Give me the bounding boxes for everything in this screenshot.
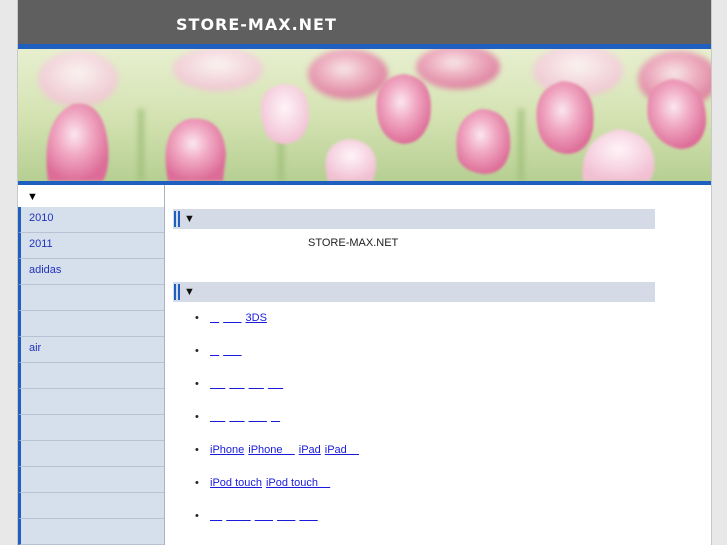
list-link[interactable]: [226, 510, 250, 522]
list-link[interactable]: iPod touch: [210, 477, 262, 489]
link-group: [210, 377, 287, 391]
list-link[interactable]: [223, 345, 241, 357]
heading-triangle: ▼: [184, 213, 195, 225]
sidebar-link[interactable]: 2010: [29, 212, 53, 224]
list-link[interactable]: [249, 378, 264, 390]
list-link[interactable]: iPod touch: [266, 477, 330, 489]
sidebar: ▼ 2010 2011 adidas air: [18, 185, 165, 545]
list-link[interactable]: [210, 378, 225, 390]
list-link[interactable]: [229, 411, 244, 423]
bullet-icon: •: [195, 345, 199, 357]
sidebar-item[interactable]: [18, 519, 164, 545]
sidebar-item[interactable]: [18, 493, 164, 519]
link-group: [210, 509, 322, 523]
sidebar-item[interactable]: [18, 389, 164, 415]
list-link[interactable]: iPad: [325, 444, 359, 456]
main-content: ▼ STORE-MAX.NET ▼ • 3DS • • • • iPhone iPho…: [173, 185, 655, 545]
sidebar-item[interactable]: [18, 441, 164, 467]
link-group: iPod touch iPod touch: [210, 476, 334, 490]
list-link[interactable]: [229, 378, 244, 390]
heading-marker: [174, 284, 176, 300]
list-link[interactable]: [299, 510, 317, 522]
bullet-icon: •: [195, 444, 199, 456]
link-group: 3DS: [210, 311, 271, 325]
heading-marker: [174, 211, 176, 227]
sidebar-item[interactable]: [18, 467, 164, 493]
heading-marker: [178, 211, 180, 227]
intro-text: STORE-MAX.NET: [308, 237, 399, 249]
sidebar-item[interactable]: 2011: [18, 233, 164, 259]
section-heading: ▼: [173, 209, 655, 229]
bullet-icon: •: [195, 510, 199, 522]
list-link[interactable]: [210, 345, 219, 357]
list-link[interactable]: [268, 378, 283, 390]
site-title[interactable]: STORE-MAX.NET: [176, 15, 337, 34]
sidebar-link[interactable]: air: [29, 342, 41, 354]
page-container: STORE-MAX.NET ▼ 2010 2011 adidas air ▼ S…: [17, 0, 712, 545]
link-group: [210, 410, 284, 424]
list-link[interactable]: [271, 411, 280, 423]
link-group: [210, 344, 246, 358]
bullet-icon: •: [195, 411, 199, 423]
sidebar-item[interactable]: adidas: [18, 259, 164, 285]
sidebar-item[interactable]: [18, 311, 164, 337]
tulip-banner-image: [18, 49, 711, 181]
list-link[interactable]: iPad: [299, 444, 321, 456]
bullet-icon: •: [195, 477, 199, 489]
site-header: STORE-MAX.NET: [18, 0, 711, 44]
list-link[interactable]: [223, 312, 241, 324]
list-link[interactable]: [249, 411, 267, 423]
heading-triangle: ▼: [184, 286, 195, 298]
bullet-icon: •: [195, 378, 199, 390]
list-link[interactable]: iPhone: [248, 444, 294, 456]
section-heading: ▼: [173, 282, 655, 302]
sidebar-item[interactable]: [18, 415, 164, 441]
list-link[interactable]: [277, 510, 295, 522]
list-link[interactable]: [210, 411, 225, 423]
sidebar-link[interactable]: adidas: [29, 264, 61, 276]
bullet-icon: •: [195, 312, 199, 324]
sidebar-item[interactable]: 2010: [18, 207, 164, 233]
heading-marker: [178, 284, 180, 300]
list-link[interactable]: [255, 510, 273, 522]
list-link[interactable]: [210, 312, 219, 324]
sidebar-link[interactable]: 2011: [29, 238, 53, 250]
list-link[interactable]: 3DS: [246, 312, 267, 324]
list-link[interactable]: iPhone: [210, 444, 244, 456]
sidebar-item[interactable]: [18, 363, 164, 389]
list-link[interactable]: [210, 510, 222, 522]
link-group: iPhone iPhone iPad iPad: [210, 443, 363, 457]
sidebar-item[interactable]: [18, 285, 164, 311]
sidebar-item[interactable]: air: [18, 337, 164, 363]
sidebar-heading: ▼: [18, 185, 164, 207]
